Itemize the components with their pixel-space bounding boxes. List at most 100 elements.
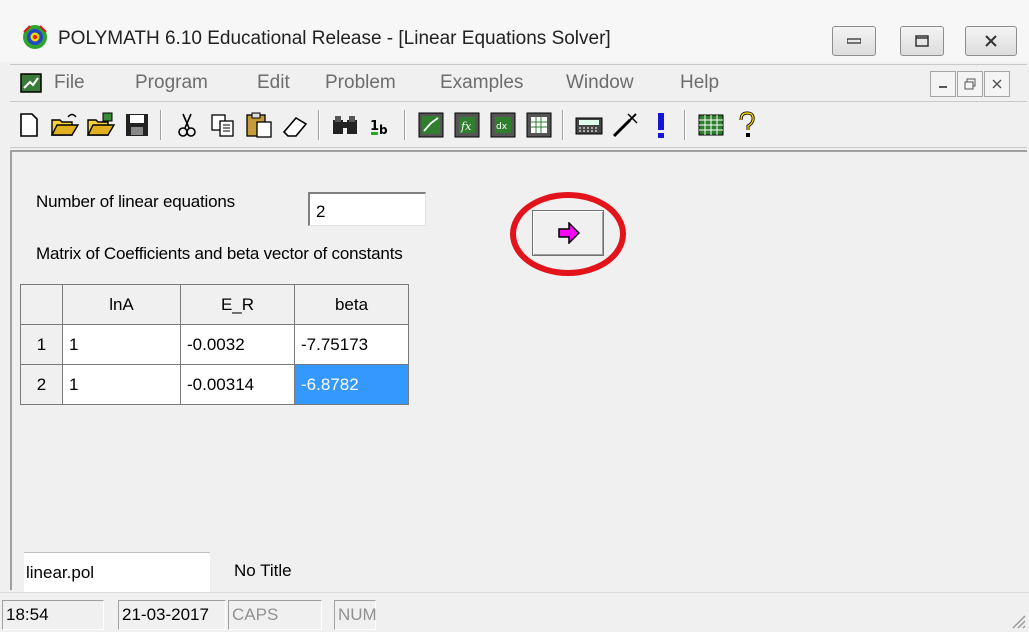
window-title: POLYMATH 6.10 Educational Release - [Lin…: [58, 28, 611, 49]
minimize-button[interactable]: [832, 26, 876, 56]
menu-bar: File Program Edit Problem Examples Windo…: [10, 64, 1027, 102]
wand-icon: [612, 113, 638, 138]
help-icon: [739, 111, 755, 137]
toolbar-separator: [318, 110, 320, 140]
minimize-icon: [847, 38, 861, 44]
help-button[interactable]: [732, 110, 762, 140]
open-button[interactable]: [50, 110, 80, 140]
column-header-beta[interactable]: beta: [294, 284, 409, 325]
open-folder-icon: [50, 113, 80, 136]
num-equations-label: Number of linear equations: [36, 192, 235, 211]
restore-icon: [964, 78, 976, 90]
cut-icon: [178, 113, 196, 137]
minimize-icon: [939, 86, 947, 88]
polymath-logo-icon: [23, 25, 47, 49]
new-file-icon: [20, 113, 38, 137]
erase-button[interactable]: [280, 110, 310, 140]
grid-header-row: lnA E_R beta: [20, 284, 409, 325]
status-time: 18:54: [2, 600, 104, 630]
num-equations-input[interactable]: 2: [308, 192, 426, 226]
close-icon: [985, 35, 997, 47]
row-header[interactable]: 2: [20, 364, 63, 405]
linear-equations-panel: Number of linear equations 2 Matrix of C…: [10, 150, 1027, 592]
menu-problem[interactable]: Problem: [325, 72, 396, 94]
run-button[interactable]: [646, 110, 676, 140]
toolbar-separator: [404, 110, 406, 140]
paste-icon: [246, 112, 272, 138]
derivative-button[interactable]: dx: [488, 110, 518, 140]
close-icon: [992, 79, 1002, 89]
problem-title-label: No Title: [234, 561, 292, 580]
function-icon: fx: [454, 112, 480, 138]
graph-button[interactable]: [416, 110, 446, 140]
save-icon: [126, 114, 148, 136]
status-num: NUM: [334, 600, 377, 630]
svg-text:b: b: [379, 123, 388, 137]
child-restore-button[interactable]: [957, 71, 983, 97]
find-icon: [333, 116, 357, 134]
paste-button[interactable]: [244, 110, 274, 140]
grid-cell[interactable]: 1: [62, 364, 181, 405]
svg-text:dx: dx: [496, 122, 508, 132]
grid-cell-selected[interactable]: -6.8782: [294, 364, 409, 405]
row-header[interactable]: 1: [20, 324, 63, 365]
find-button[interactable]: [330, 110, 360, 140]
matrix-label: Matrix of Coefficients and beta vector o…: [36, 244, 403, 263]
derivative-icon: dx: [490, 112, 516, 138]
eraser-icon: [282, 116, 308, 137]
grid-cell[interactable]: -7.75173: [294, 324, 409, 365]
menu-edit[interactable]: Edit: [257, 72, 290, 94]
title-bar: POLYMATH 6.10 Educational Release - [Lin…: [0, 0, 1029, 62]
menu-help[interactable]: Help: [680, 72, 719, 94]
maximize-button[interactable]: [900, 26, 944, 56]
unit-icon: 1b: [370, 119, 388, 137]
grid-corner-cell: [20, 284, 63, 325]
menu-window[interactable]: Window: [566, 72, 634, 94]
svg-text:fx: fx: [460, 120, 472, 133]
svg-text:1: 1: [370, 119, 379, 134]
status-caps: CAPS: [228, 600, 322, 630]
table-row: 1 1 -0.0032 -7.75173: [20, 324, 409, 365]
new-file-button[interactable]: [14, 110, 44, 140]
menu-examples[interactable]: Examples: [440, 72, 523, 94]
calculator-button[interactable]: [574, 110, 604, 140]
resize-grip-icon[interactable]: [1007, 610, 1027, 630]
wizard-button[interactable]: [610, 110, 640, 140]
status-date: 21-03-2017: [118, 600, 226, 630]
menu-program[interactable]: Program: [135, 72, 208, 94]
cut-button[interactable]: [172, 110, 202, 140]
menu-file[interactable]: File: [54, 72, 85, 94]
save-button[interactable]: [122, 110, 152, 140]
spreadsheet-button[interactable]: [696, 110, 726, 140]
generate-matrix-button[interactable]: [532, 210, 604, 256]
function-button[interactable]: fx: [452, 110, 482, 140]
toolbar-separator: [562, 110, 564, 140]
table-button[interactable]: [524, 110, 554, 140]
filename-field: linear.pol: [24, 552, 210, 592]
grid-cell[interactable]: -0.0032: [180, 324, 295, 365]
child-minimize-button[interactable]: [930, 71, 956, 97]
copy-button[interactable]: [208, 110, 238, 140]
close-button[interactable]: [965, 26, 1017, 56]
toolbar-separator: [160, 110, 162, 140]
coefficient-grid: lnA E_R beta 1 1 -0.0032 -7.75173 2 1 -0…: [20, 284, 409, 405]
table-row: 2 1 -0.00314 -6.8782: [20, 364, 409, 405]
grid-cell[interactable]: -0.00314: [180, 364, 295, 405]
calculator-icon: [575, 117, 603, 135]
units-button[interactable]: 1b: [366, 110, 396, 140]
graph-icon: [418, 112, 444, 138]
copy-icon: [211, 114, 234, 137]
spreadsheet-icon: [698, 114, 724, 136]
child-close-button[interactable]: [984, 71, 1010, 97]
arrow-right-icon: [558, 222, 580, 244]
document-graph-icon[interactable]: [20, 73, 42, 93]
open-folder-alt-icon: [86, 112, 116, 136]
toolbar: 1b fx dx: [10, 104, 1027, 148]
maximize-icon: [915, 35, 929, 47]
column-header-lnA[interactable]: lnA: [62, 284, 181, 325]
open-recent-button[interactable]: [86, 110, 116, 140]
grid-cell[interactable]: 1: [62, 324, 181, 365]
column-header-E_R[interactable]: E_R: [180, 284, 295, 325]
table-icon: [526, 112, 552, 138]
toolbar-separator: [684, 110, 686, 140]
